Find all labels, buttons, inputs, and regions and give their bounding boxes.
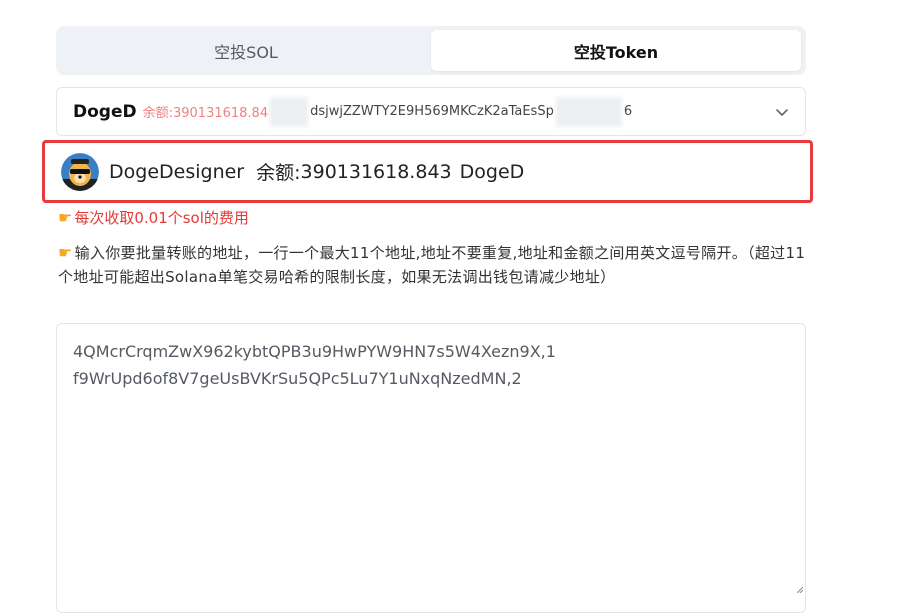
- instruction-note: ☛ 输入你要批量转账的地址，一行一个最大11个地址,地址不要重复,地址和金额之间用…: [58, 241, 806, 289]
- pointing-hand-icon: ☛: [58, 208, 73, 227]
- connected-account-panel: DogeDesigner 余额: 390131618.843 DogeD: [42, 140, 813, 203]
- token-select[interactable]: DogeD 余额:390131618.84 dsjwjZZWTY2E9H569M…: [56, 87, 806, 136]
- recipients-textarea[interactable]: 4QMcrCrqmZwX962kybtQPB3u9HwPYW9HN7s5W4Xe…: [56, 323, 806, 613]
- account-name: DogeDesigner: [109, 160, 245, 183]
- resize-handle-icon[interactable]: [797, 587, 803, 593]
- pointing-hand-icon: ☛: [58, 243, 73, 262]
- recipient-line: 4QMcrCrqmZwX962kybtQPB3u9HwPYW9HN7s5W4Xe…: [73, 342, 556, 361]
- avatar: [61, 152, 99, 191]
- token-balance: 余额:390131618.84: [142, 106, 269, 121]
- airdrop-tabs: 空投SOL 空投Token: [56, 26, 806, 75]
- chevron-down-icon: [776, 109, 788, 116]
- fee-note-text: 每次收取0.01个sol的费用: [74, 209, 249, 227]
- balance-label: 余额:: [256, 162, 301, 184]
- token-symbol: DogeD: [73, 101, 137, 122]
- recipient-line: f9WrUpd6of8V7geUsBVKrSu5QPc5Lu7Y1uNxqNze…: [73, 369, 522, 388]
- redacted-address-part: [555, 96, 622, 127]
- instruction-text: 输入你要批量转账的地址，一行一个最大11个地址,地址不要重复,地址和金额之间用英…: [58, 244, 806, 286]
- tab-airdrop-token[interactable]: 空投Token: [431, 30, 801, 71]
- token-mint-address: dsjwjZZWTY2E9H569MKCzK2aTaEsSp: [310, 104, 554, 119]
- token-mint-address-tail: 6: [623, 104, 633, 119]
- redacted-address-part: [270, 96, 309, 127]
- tab-airdrop-sol[interactable]: 空投SOL: [61, 30, 431, 71]
- balance-symbol: DogeD: [459, 160, 525, 183]
- fee-note: ☛ 每次收取0.01个sol的费用: [58, 207, 249, 228]
- balance-value: 390131618.843: [300, 160, 452, 183]
